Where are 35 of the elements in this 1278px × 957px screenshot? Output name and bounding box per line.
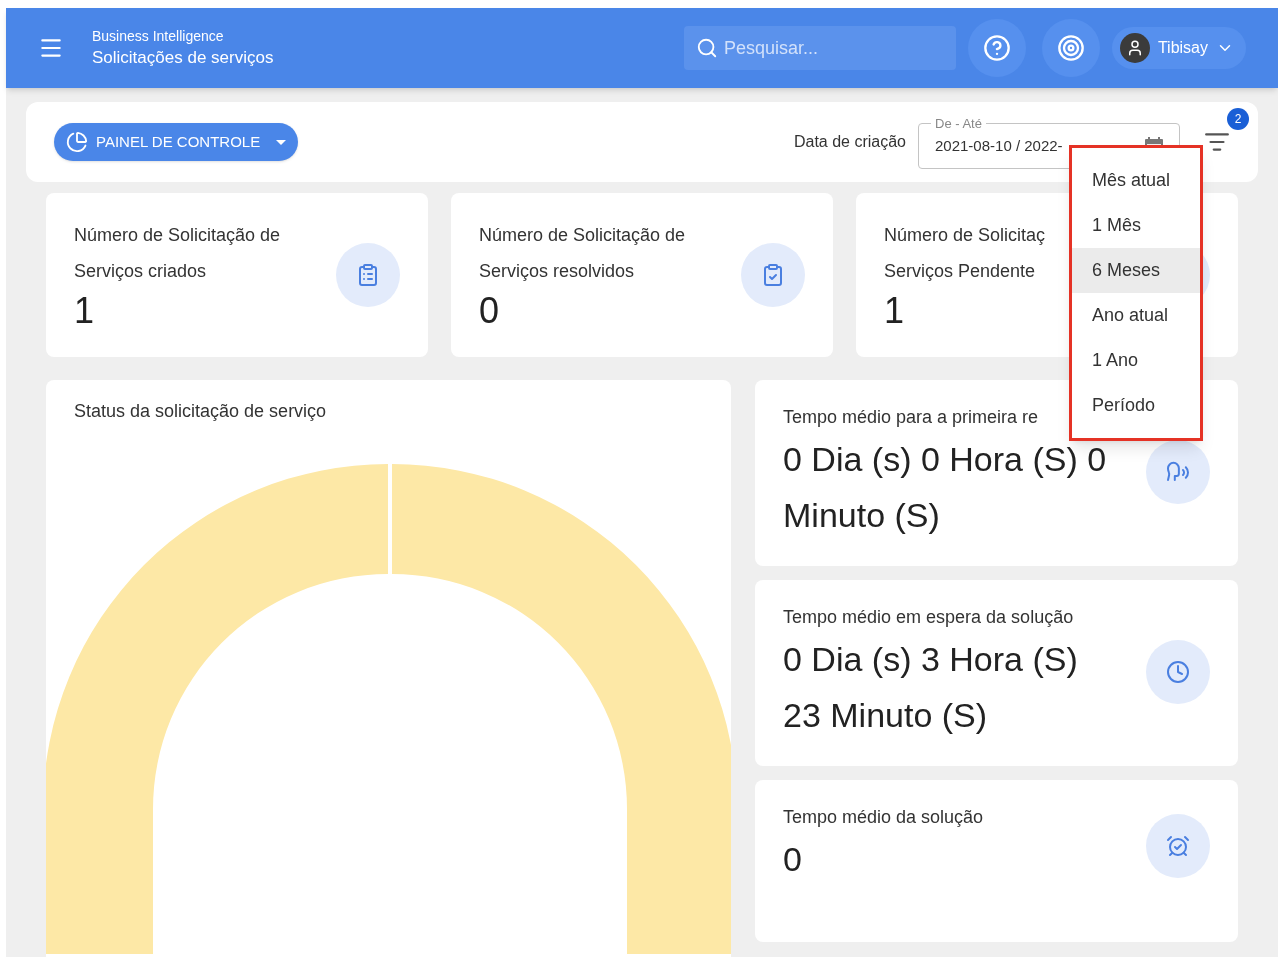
target-icon	[1056, 34, 1085, 62]
app-name: Business Intelligence	[92, 27, 225, 46]
filter-count-badge: 2	[1227, 108, 1249, 130]
metric-value: 0 Dia (s) 0 Hora (S) 0 Minuto (S)	[783, 439, 1108, 536]
metric-value: 0 Dia (s) 3 Hora (S) 23 Minuto (S)	[783, 639, 1079, 736]
date-range-value: 2021-08-10 / 2022-	[935, 135, 1063, 156]
stat-value: 1	[884, 289, 906, 333]
stat-value: 1	[74, 289, 96, 333]
period-menu-item[interactable]: 1 Ano	[1072, 338, 1200, 383]
period-menu-item[interactable]: Ano atual	[1072, 293, 1200, 338]
metric-title: Tempo médio em espera da solução	[783, 606, 1074, 629]
period-menu-item[interactable]: 1 Mês	[1072, 203, 1200, 248]
chart-title: Status da solicitação de serviço	[74, 400, 327, 423]
stat-title: Serviços Pendente	[884, 260, 1037, 283]
dashboard-button[interactable]: PAINEL DE CONTROLE	[54, 123, 299, 161]
stat-title: Número de Solicitação de	[479, 224, 686, 247]
page-title: Solicitações de serviços	[92, 47, 274, 69]
stat-title: Número de Solicitação de	[74, 224, 281, 247]
avatar-icon	[1119, 33, 1150, 63]
period-menu-item[interactable]: Mês atual	[1072, 158, 1200, 203]
stat-title: Serviços criados	[74, 260, 208, 283]
metric-title: Tempo médio da solução	[783, 806, 984, 829]
search-field[interactable]: Pesquisar...	[683, 26, 956, 70]
stat-title: Serviços resolvidos	[479, 260, 636, 283]
metric-value: 0	[783, 839, 803, 880]
search-icon	[695, 37, 718, 59]
caret-icon	[276, 139, 287, 145]
period-menu-item[interactable]: Período	[1072, 383, 1200, 428]
pie-chart-icon	[66, 131, 88, 153]
period-menu-item[interactable]: 6 Meses	[1072, 248, 1200, 293]
stat-title: Número de Solicitaç	[884, 224, 1046, 247]
date-filter-label: Data de criação	[793, 132, 906, 152]
stat-value: 0	[479, 289, 501, 333]
metric-title: Tempo médio para a primeira re	[783, 406, 1039, 429]
help-icon	[982, 34, 1011, 62]
